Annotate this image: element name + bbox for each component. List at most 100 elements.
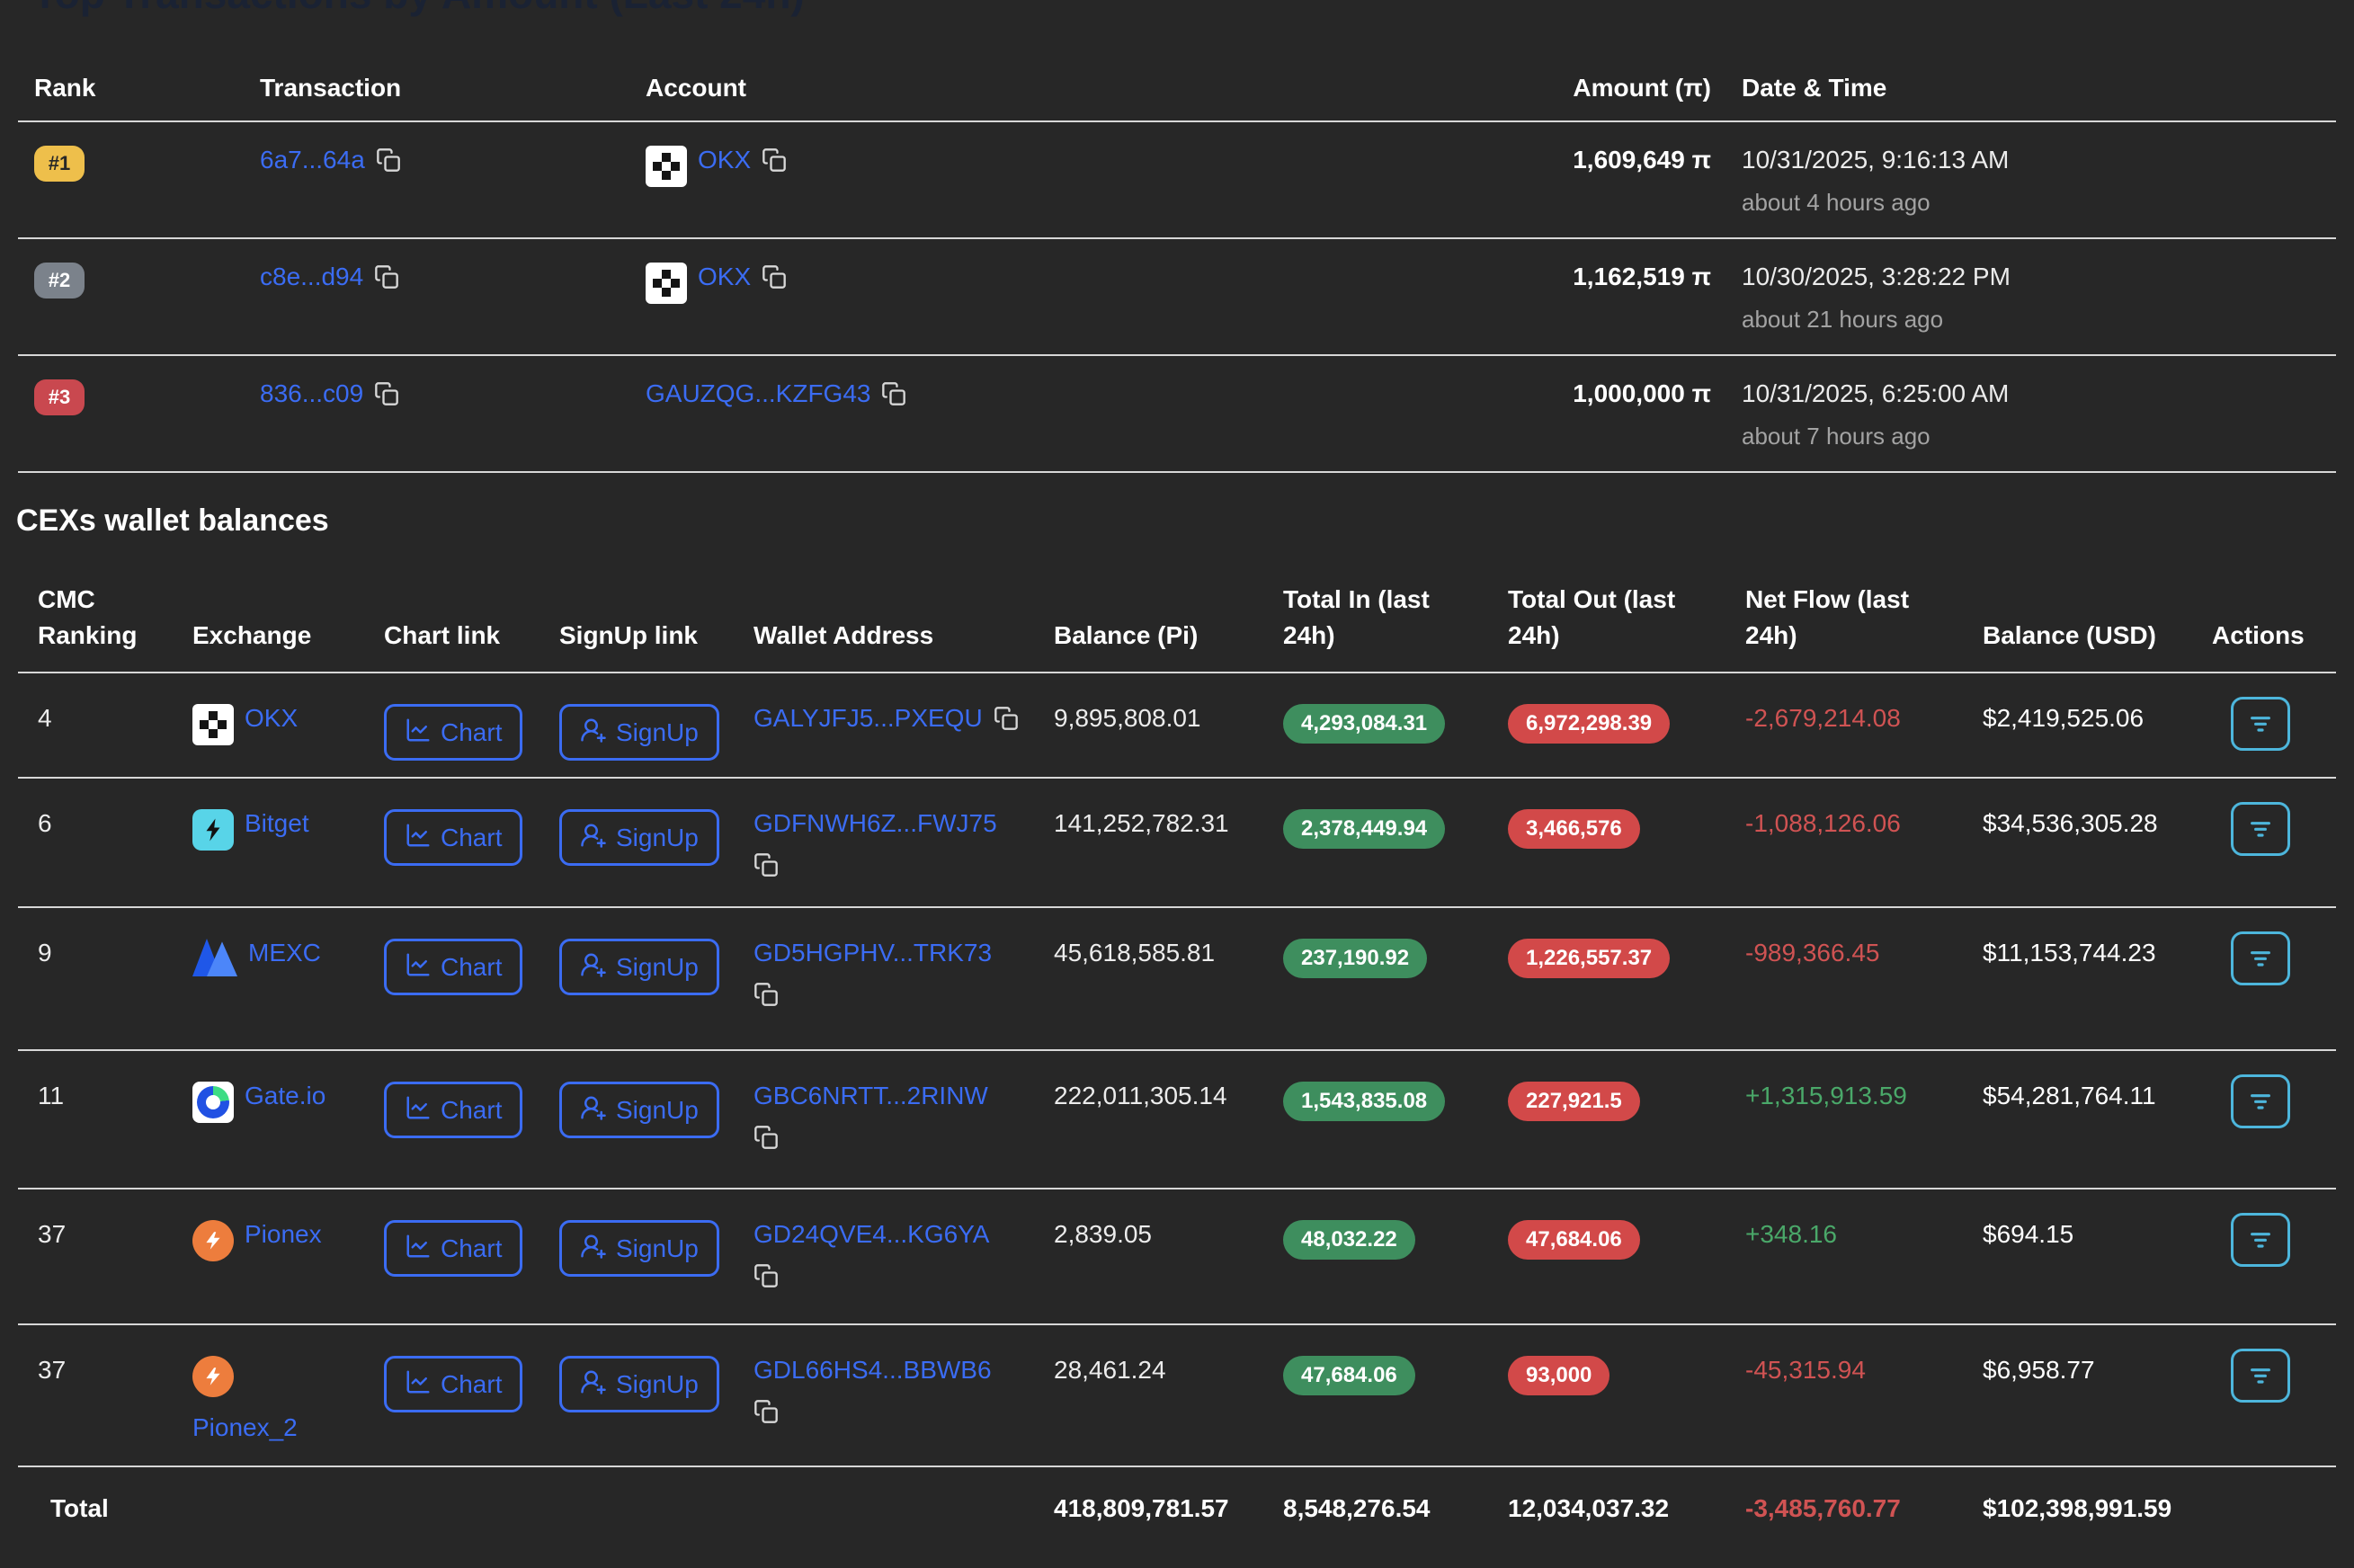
transaction-row: #3 836...c09 GAUZQG...KZFG43 1,000,000 π… [18,356,2336,473]
chart-line-icon [405,717,432,748]
balance-usd-value: $34,536,305.28 [1983,809,2212,906]
exchange-link[interactable]: Pionex [245,1220,322,1249]
copy-icon[interactable] [762,264,787,290]
user-plus-icon [580,717,607,748]
signup-button[interactable]: SignUp [559,1082,719,1138]
user-plus-icon [580,1094,607,1126]
copy-icon[interactable] [994,706,1019,777]
filter-icon [2246,1225,2275,1256]
exchange-link[interactable]: OKX [245,704,298,733]
row-actions-button[interactable] [2231,1074,2290,1128]
header-signup-link: SignUp link [559,618,753,654]
cex-header-row: CMC Ranking Exchange Chart link SignUp l… [18,539,2336,673]
cmc-rank: 37 [38,1356,192,1466]
wallet-address-link[interactable]: GALYJFJ5...PXEQU [753,704,983,777]
wallet-address-link[interactable]: GBC6NRTT...2RINW [753,1082,988,1109]
filter-icon [2246,943,2275,975]
row-actions-button[interactable] [2231,697,2290,751]
total-in-badge: 1,543,835.08 [1283,1082,1445,1121]
cmc-rank: 11 [38,1082,192,1188]
chart-button[interactable]: Chart [384,1082,522,1138]
net-flow-value: +348.16 [1745,1220,1983,1323]
spacer [753,1494,1054,1560]
balance-usd-value: $54,281,764.11 [1983,1082,2212,1188]
spacer [2212,1494,2336,1560]
signup-button[interactable]: SignUp [559,1356,719,1412]
copy-icon[interactable] [374,381,399,406]
transaction-link[interactable]: 6a7...64a [260,146,365,174]
cex-row: 4 OKX Chart SignUp GALYJFJ5...PXEQU 9,89… [18,673,2336,779]
header-cmc-ranking: CMC Ranking [38,582,192,654]
exchange-link[interactable]: Bitget [245,809,309,838]
datetime-value: 10/30/2025, 3:28:22 PM [1742,263,2336,291]
balance-usd-value: $6,958.77 [1983,1356,2212,1466]
exchange-link[interactable]: Pionex_2 [192,1413,384,1442]
signup-button[interactable]: SignUp [559,704,719,761]
signup-button[interactable]: SignUp [559,1220,719,1277]
exchange-link[interactable]: Gate.io [245,1082,325,1110]
cex-row: 9 MEXC Chart SignUp GD5HGPHV...TRK73 45,… [18,908,2336,1051]
chart-button[interactable]: Chart [384,704,522,761]
filter-icon [2246,814,2275,845]
total-balance-pi: 418,809,781.57 [1054,1494,1283,1560]
copy-icon[interactable] [881,381,906,406]
account-link[interactable]: OKX [698,263,751,291]
total-out-badge: 1,226,557.37 [1508,939,1670,978]
top-transactions-header-row: Rank Transaction Account Amount (π) Date… [18,0,2336,122]
copy-icon[interactable] [753,1399,779,1424]
filter-icon [2246,1086,2275,1118]
wallet-address-link[interactable]: GD24QVE4...KG6YA [753,1220,990,1248]
wallet-address-link[interactable]: GDFNWH6Z...FWJ75 [753,809,997,837]
account-link[interactable]: OKX [698,146,751,174]
total-in-badge: 48,032.22 [1283,1220,1415,1260]
amount-value: 1,162,519 π [1571,263,1742,354]
signup-button[interactable]: SignUp [559,809,719,866]
copy-icon[interactable] [376,147,401,173]
exchange-link[interactable]: MEXC [248,939,321,967]
row-actions-button[interactable] [2231,802,2290,856]
balance-pi-value: 141,252,782.31 [1054,809,1283,906]
balance-usd-value: $2,419,525.06 [1983,704,2212,777]
user-plus-icon [580,1368,607,1400]
copy-icon[interactable] [753,1125,779,1150]
balance-pi-value: 2,839.05 [1054,1220,1283,1323]
account-link[interactable]: GAUZQG...KZFG43 [646,379,870,408]
transaction-link[interactable]: c8e...d94 [260,263,363,291]
chart-line-icon [405,1233,432,1264]
total-net-flow: -3,485,760.77 [1745,1494,1983,1560]
user-plus-icon [580,951,607,983]
chart-line-icon [405,822,432,853]
chart-button[interactable]: Chart [384,1220,522,1277]
total-in-badge: 47,684.06 [1283,1356,1415,1395]
chart-button[interactable]: Chart [384,939,522,995]
copy-icon[interactable] [753,852,779,878]
signup-button[interactable]: SignUp [559,939,719,995]
cex-row: 6 Bitget Chart SignUp GDFNWH6Z...FWJ75 1… [18,779,2336,908]
header-amount: Amount (π) [1571,74,1742,102]
transaction-link[interactable]: 836...c09 [260,379,363,408]
balance-pi-value: 222,011,305.14 [1054,1082,1283,1188]
header-datetime: Date & Time [1742,74,2336,102]
copy-icon[interactable] [753,1263,779,1288]
row-actions-button[interactable] [2231,1213,2290,1267]
copy-icon[interactable] [374,264,399,290]
total-out-badge: 93,000 [1508,1356,1609,1395]
spacer [384,1494,559,1560]
header-actions: Actions [2212,618,2336,654]
amount-value: 1,609,649 π [1571,146,1742,237]
chart-button[interactable]: Chart [384,809,522,866]
copy-icon[interactable] [753,982,779,1007]
chart-button[interactable]: Chart [384,1356,522,1412]
header-balance-pi: Balance (Pi) [1054,618,1283,654]
row-actions-button[interactable] [2231,1349,2290,1403]
header-net-flow: Net Flow (last 24h) [1745,582,1983,654]
user-plus-icon [580,822,607,853]
total-balance-usd: $102,398,991.59 [1983,1494,2212,1560]
bitget-logo-icon [192,809,234,851]
row-actions-button[interactable] [2231,931,2290,985]
wallet-address-link[interactable]: GDL66HS4...BBWB6 [753,1356,992,1384]
copy-icon[interactable] [762,147,787,173]
header-chart-link: Chart link [384,618,559,654]
wallet-address-link[interactable]: GD5HGPHV...TRK73 [753,939,992,967]
gateio-logo-icon [192,1082,234,1123]
